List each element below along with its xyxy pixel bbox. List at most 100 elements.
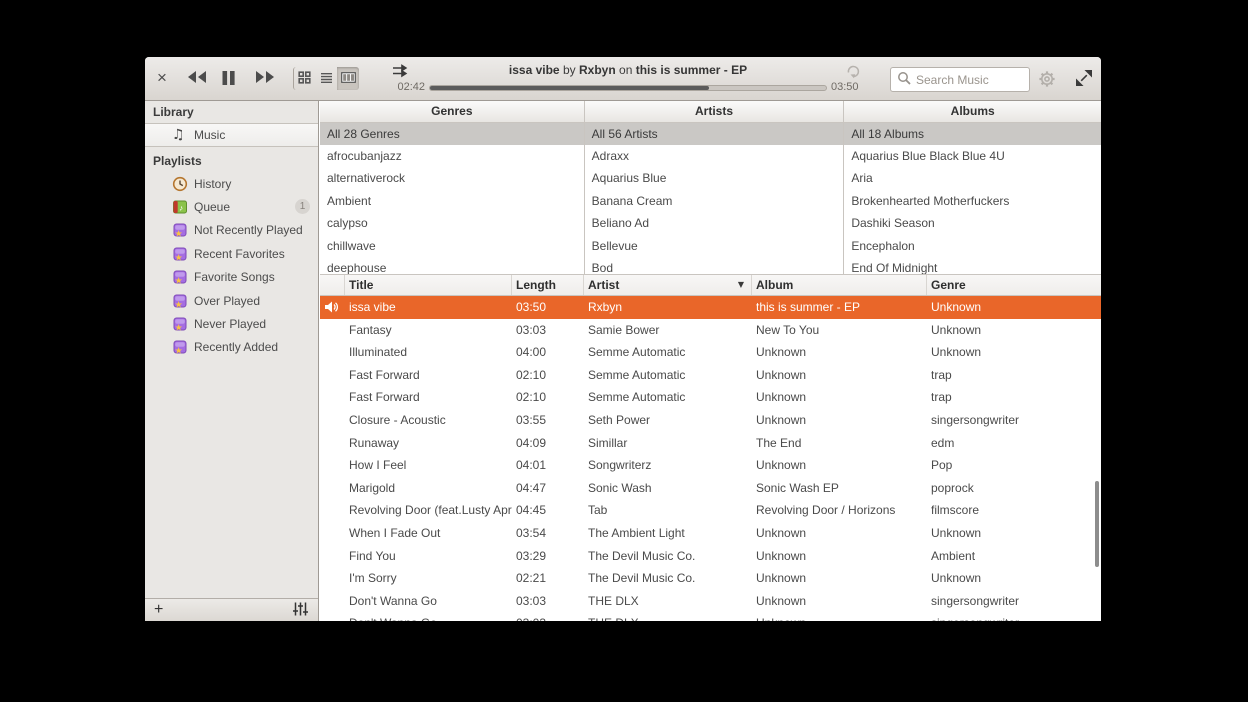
now-playing-label: issa vibe by Rxbyn on this is summer - E… (429, 63, 827, 77)
cell-genre: filmscore (927, 499, 1101, 522)
next-button[interactable] (254, 70, 276, 87)
grid-view-button[interactable] (293, 67, 315, 90)
browser-item-adraxx[interactable]: Adraxx (585, 145, 844, 167)
sidebar-item-history[interactable]: History (145, 172, 318, 195)
browser-all-row-artists[interactable]: All 56 Artists (585, 123, 844, 145)
song-row[interactable]: Don't Wanna Go03:03THE DLXUnknownsingers… (320, 590, 1101, 613)
fullscreen-button[interactable] (1076, 70, 1092, 89)
cell-genre: edm (927, 432, 1101, 455)
browser-item-banana-cream[interactable]: Banana Cream (585, 190, 844, 212)
song-row[interactable]: Revolving Door (feat.Lusty Apricot04:45T… (320, 499, 1101, 522)
grid-view-icon (298, 71, 311, 87)
song-row[interactable]: I'm Sorry02:21The Devil Music Co.Unknown… (320, 567, 1101, 590)
browser-item-afrocubanjazz[interactable]: afrocubanjazz (320, 145, 584, 167)
cell-album: Unknown (752, 590, 927, 613)
svg-text:★: ★ (175, 252, 183, 262)
browser-column-header-artists: Artists (585, 101, 844, 123)
svg-text:★: ★ (175, 299, 183, 309)
browser-item-bod[interactable]: Bod (585, 257, 844, 274)
table-scrollbar[interactable] (1095, 481, 1099, 567)
svg-text:★: ★ (175, 276, 183, 286)
sidebar-item-favorite-songs[interactable]: ★Favorite Songs (145, 266, 318, 289)
song-row[interactable]: Don't Wanna Go03:03THE DLXUnknownsingers… (320, 612, 1101, 621)
pause-button[interactable] (221, 70, 236, 89)
search-input[interactable] (916, 73, 1024, 87)
sidebar-item-recently-added[interactable]: ★Recently Added (145, 336, 318, 359)
sidebar-item-queue[interactable]: ♪Queue1 (145, 195, 318, 218)
smart-playlist-icon: ★ (172, 269, 188, 285)
song-row[interactable]: Marigold04:47Sonic WashSonic Wash EPpopr… (320, 477, 1101, 500)
browser-item-encephalon[interactable]: Encephalon (844, 235, 1101, 257)
search-field[interactable] (890, 67, 1030, 92)
cell-album: Revolving Door / Horizons (752, 499, 927, 522)
add-playlist-button[interactable]: + (154, 600, 163, 620)
cell-album: Sonic Wash EP (752, 477, 927, 500)
row-icon-cell (320, 409, 345, 432)
music-app-window: × 02:42 issa vib (145, 57, 1101, 621)
cell-title: How I Feel (345, 454, 512, 477)
song-row[interactable]: Fast Forward02:10Semme AutomaticUnknownt… (320, 364, 1101, 387)
song-row[interactable]: How I Feel04:01SongwriterzUnknownPop (320, 454, 1101, 477)
list-view-button[interactable] (315, 67, 337, 90)
shuffle-button[interactable] (391, 63, 408, 82)
song-row[interactable]: When I Fade Out03:54The Ambient LightUnk… (320, 522, 1101, 545)
header-length[interactable]: Length (512, 275, 584, 295)
browser-item-aquarius-blue-black-blue-4u[interactable]: Aquarius Blue Black Blue 4U (844, 145, 1101, 167)
search-icon (897, 71, 911, 88)
repeat-icon (845, 67, 862, 82)
next-icon (254, 72, 276, 87)
browser-item-aquarius-blue[interactable]: Aquarius Blue (585, 167, 844, 189)
song-row[interactable]: Runaway04:09SimillarThe Endedm (320, 432, 1101, 455)
cell-title: Don't Wanna Go (345, 612, 512, 621)
song-row[interactable]: Closure - Acoustic03:55Seth PowerUnknown… (320, 409, 1101, 432)
now-playing-album: this is summer - EP (636, 63, 747, 77)
header-album[interactable]: Album (752, 275, 927, 295)
sidebar-item-label: Queue (194, 200, 230, 214)
browser-item-aria[interactable]: Aria (844, 167, 1101, 189)
cell-length: 03:03 (512, 590, 584, 613)
pause-icon (221, 74, 236, 89)
seek-bar[interactable] (429, 85, 827, 91)
cell-length: 03:55 (512, 409, 584, 432)
repeat-button[interactable] (845, 63, 862, 82)
song-row[interactable]: Fast Forward02:10Semme AutomaticUnknownt… (320, 386, 1101, 409)
song-row[interactable]: Find You03:29The Devil Music Co.UnknownA… (320, 545, 1101, 568)
browser-item-bellevue[interactable]: Bellevue (585, 235, 844, 257)
song-row-playing[interactable]: issa vibe03:50Rxbynthis is summer - EPUn… (320, 296, 1101, 319)
browser-item-chillwave[interactable]: chillwave (320, 235, 584, 257)
sidebar-item-over-played[interactable]: ★Over Played (145, 289, 318, 312)
song-row[interactable]: Illuminated04:00Semme AutomaticUnknownUn… (320, 341, 1101, 364)
row-icon-cell (320, 319, 345, 342)
header-artist[interactable]: Artist▼ (584, 275, 752, 295)
equalizer-button[interactable] (292, 602, 309, 619)
header-genre[interactable]: Genre (927, 275, 1101, 295)
browser-item-calypso[interactable]: calypso (320, 212, 584, 234)
sidebar-item-never-played[interactable]: ★Never Played (145, 312, 318, 335)
cell-title: Don't Wanna Go (345, 590, 512, 613)
sidebar-item-music[interactable]: ♫Music (145, 123, 318, 147)
cell-length: 04:00 (512, 341, 584, 364)
browser-item-ambient[interactable]: Ambient (320, 190, 584, 212)
cell-length: 03:03 (512, 612, 584, 621)
cell-album: Unknown (752, 454, 927, 477)
sidebar-item-recent-favorites[interactable]: ★Recent Favorites (145, 242, 318, 265)
song-row[interactable]: Fantasy03:03Samie BowerNew To YouUnknown (320, 319, 1101, 342)
browser-item-brokenhearted-motherfuckers[interactable]: Brokenhearted Motherfuckers (844, 190, 1101, 212)
cell-genre: Ambient (927, 545, 1101, 568)
browser-all-row-genres[interactable]: All 28 Genres (320, 123, 584, 145)
browser-item-end-of-midnight[interactable]: End Of Midnight (844, 257, 1101, 274)
smart-playlist-icon: ★ (172, 316, 188, 332)
previous-button[interactable] (186, 70, 208, 87)
browser-item-alternativerock[interactable]: alternativerock (320, 167, 584, 189)
close-button[interactable]: × (153, 67, 171, 89)
sidebar-item-not-recently-played[interactable]: ★Not Recently Played (145, 219, 318, 242)
browser-item-dashiki-season[interactable]: Dashiki Season (844, 212, 1101, 234)
browser-column-header-genres: Genres (320, 101, 584, 123)
settings-button[interactable] (1036, 68, 1058, 93)
browser-all-row-albums[interactable]: All 18 Albums (844, 123, 1101, 145)
header-title[interactable]: Title (345, 275, 512, 295)
browser-item-beliano-ad[interactable]: Beliano Ad (585, 212, 844, 234)
sidebar-item-label: Not Recently Played (194, 223, 303, 237)
browser-item-deephouse[interactable]: deephouse (320, 257, 584, 274)
column-view-button[interactable] (337, 67, 359, 90)
